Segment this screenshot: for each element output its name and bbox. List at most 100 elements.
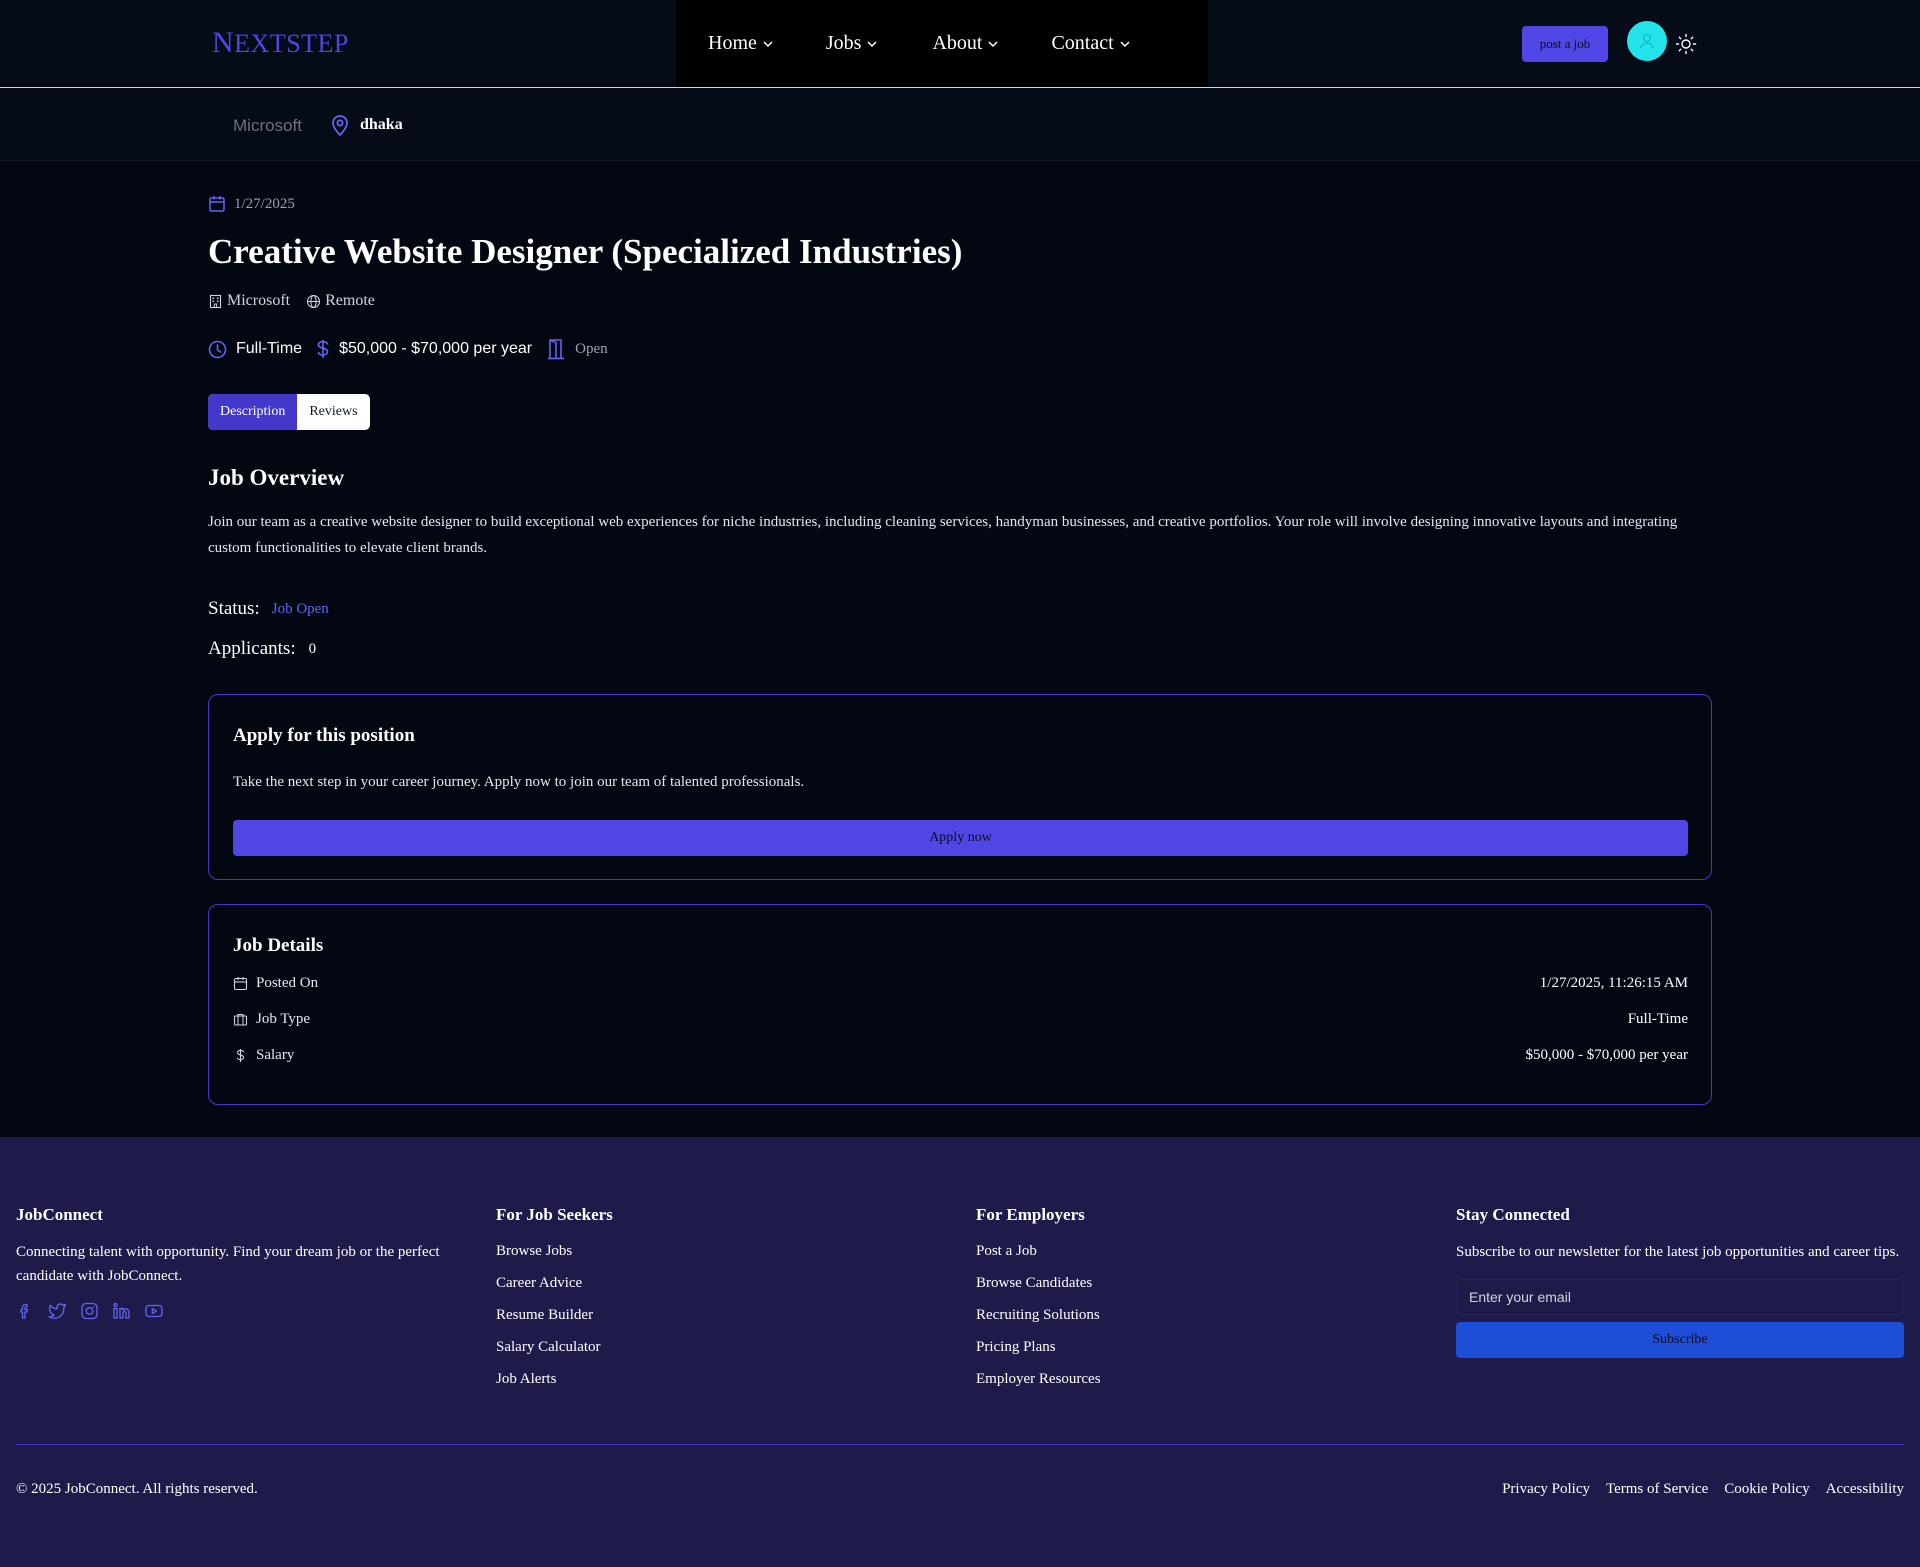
company-logo: Microsoft	[233, 116, 302, 135]
apply-now-button[interactable]: Apply now	[233, 820, 1688, 856]
posted-date-text: 1/27/2025	[234, 195, 295, 212]
location-text: dhaka	[360, 116, 403, 133]
nav-about[interactable]: About	[932, 32, 999, 55]
footer-link[interactable]: Job Alerts	[496, 1368, 916, 1400]
footer-link[interactable]: Browse Candidates	[976, 1272, 1396, 1304]
dollar-icon	[236, 1049, 245, 1062]
subscribe-button[interactable]: Subscribe	[1456, 1322, 1904, 1358]
youtube-icon[interactable]	[144, 1302, 164, 1320]
nav-jobs-label: Jobs	[825, 32, 862, 54]
site-logo[interactable]: NEXTSTEP	[212, 26, 349, 60]
detail-value: 1/27/2025, 11:26:15 AM	[1539, 975, 1688, 991]
highlight-salary-text: $50,000 - $70,000 per year	[339, 340, 533, 357]
applicant-count: Applicants: 0	[208, 638, 316, 660]
detail-value: $50,000 - $70,000 per year	[1525, 1047, 1688, 1063]
social-links	[16, 1302, 446, 1320]
detail-row-job-type: Job Type Full-Time	[233, 1011, 1688, 1028]
apply-text: Take the next step in your career journe…	[233, 774, 805, 790]
tab-bar: Description Reviews	[208, 394, 370, 430]
job-status: Status: Job Open	[208, 598, 329, 620]
highlight-state-text: Open	[575, 340, 608, 357]
meta-company-text: Microsoft	[227, 292, 291, 309]
apply-card: Apply for this position Take the next st…	[208, 694, 1712, 880]
cookie-policy-link[interactable]: Cookie Policy	[1724, 1481, 1809, 1498]
main-nav: Home Jobs About Contact	[676, 0, 1208, 87]
highlight-salary: $50,000 - $70,000 per year	[316, 339, 532, 359]
briefcase-icon	[233, 1013, 248, 1026]
footer-link[interactable]: Salary Calculator	[496, 1336, 916, 1368]
building-icon	[209, 294, 222, 308]
globe-icon	[307, 294, 321, 308]
location: dhaka	[330, 113, 403, 137]
footer-employers-title: For Employers	[976, 1205, 1085, 1224]
footer-brand-text: Connecting talent with opportunity. Find…	[16, 1244, 440, 1284]
footer-link[interactable]: Career Advice	[496, 1272, 916, 1304]
email-field[interactable]	[1456, 1279, 1904, 1315]
user-icon	[1640, 33, 1654, 49]
chevron-down-icon	[867, 40, 877, 47]
dollar-icon	[317, 340, 329, 358]
footer-link[interactable]: Recruiting Solutions	[976, 1304, 1396, 1336]
company-bar: Microsoft dhaka	[0, 89, 1920, 161]
footer-link[interactable]: Post a Job	[976, 1240, 1396, 1272]
highlight-state: Open	[546, 338, 608, 360]
terms-link[interactable]: Terms of Service	[1606, 1481, 1708, 1498]
calendar-icon	[233, 977, 248, 991]
footer-seekers-title: For Job Seekers	[496, 1205, 613, 1224]
detail-label: Job Type	[256, 1011, 311, 1027]
footer-brand-title: JobConnect	[16, 1205, 103, 1224]
nav-home-label: Home	[708, 32, 757, 54]
calendar-icon	[209, 196, 225, 212]
nav-home[interactable]: Home	[708, 32, 774, 55]
status-label: Status:	[208, 598, 260, 619]
facebook-icon[interactable]	[16, 1302, 34, 1320]
detail-label: Salary	[256, 1047, 295, 1063]
apply-title: Apply for this position	[233, 725, 415, 746]
overview-text: Join our team as a creative website desi…	[208, 514, 1678, 556]
sun-icon[interactable]	[1675, 33, 1697, 55]
nav-about-label: About	[932, 32, 983, 54]
instagram-icon[interactable]	[80, 1302, 99, 1320]
clock-icon	[208, 340, 227, 358]
door-open-icon	[548, 339, 565, 360]
top-navbar: NEXTSTEP Home Jobs About Contact post a …	[0, 0, 1920, 88]
detail-label: Posted On	[256, 975, 319, 991]
tab-reviews[interactable]: Reviews	[297, 394, 369, 430]
twitter-icon[interactable]	[47, 1302, 67, 1320]
job-highlights: Full-Time $50,000 - $70,000 per year Ope…	[208, 338, 622, 360]
applicants-label: Applicants:	[208, 638, 296, 659]
footer-link[interactable]: Pricing Plans	[976, 1336, 1396, 1368]
logo-initial: N	[212, 26, 235, 59]
nav-contact-label: Contact	[1051, 32, 1114, 54]
footer-link[interactable]: Employer Resources	[976, 1368, 1396, 1400]
footer-brand: JobConnect Connecting talent with opport…	[16, 1205, 446, 1320]
footer-employers: For Employers Post a Job Browse Candidat…	[976, 1205, 1396, 1400]
chevron-down-icon	[988, 40, 998, 47]
footer-link[interactable]: Resume Builder	[496, 1304, 916, 1336]
nav-jobs[interactable]: Jobs	[826, 32, 879, 55]
applicants-value: 0	[308, 640, 317, 657]
nav-contact[interactable]: Contact	[1051, 32, 1130, 55]
job-meta: Microsoft Remote	[208, 292, 391, 310]
details-title: Job Details	[233, 935, 324, 956]
footer-link[interactable]: Browse Jobs	[496, 1240, 916, 1272]
map-pin-icon	[332, 115, 348, 137]
detail-row-salary: Salary $50,000 - $70,000 per year	[233, 1047, 1688, 1064]
page-title: Creative Website Designer (Specialized I…	[208, 232, 963, 271]
detail-value: Full-Time	[1627, 1011, 1688, 1027]
tab-description[interactable]: Description	[208, 394, 298, 430]
detail-row-posted: Posted On 1/27/2025, 11:26:15 AM	[233, 975, 1688, 992]
meta-work-mode: Remote	[306, 292, 375, 310]
avatar[interactable]	[1627, 21, 1667, 61]
accessibility-link[interactable]: Accessibility	[1826, 1481, 1904, 1498]
site-footer: JobConnect Connecting talent with opport…	[0, 1137, 1920, 1567]
overview-heading: Job Overview	[208, 465, 345, 490]
posted-date: 1/27/2025	[208, 195, 295, 213]
footer-divider	[16, 1444, 1904, 1445]
privacy-policy-link[interactable]: Privacy Policy	[1502, 1481, 1590, 1498]
chevron-down-icon	[1120, 40, 1130, 47]
post-job-button[interactable]: post a job	[1522, 26, 1608, 62]
linkedin-icon[interactable]	[112, 1302, 131, 1320]
copyright-text: © 2025 JobConnect. All rights reserved.	[16, 1481, 258, 1497]
meta-company: Microsoft	[208, 292, 290, 310]
